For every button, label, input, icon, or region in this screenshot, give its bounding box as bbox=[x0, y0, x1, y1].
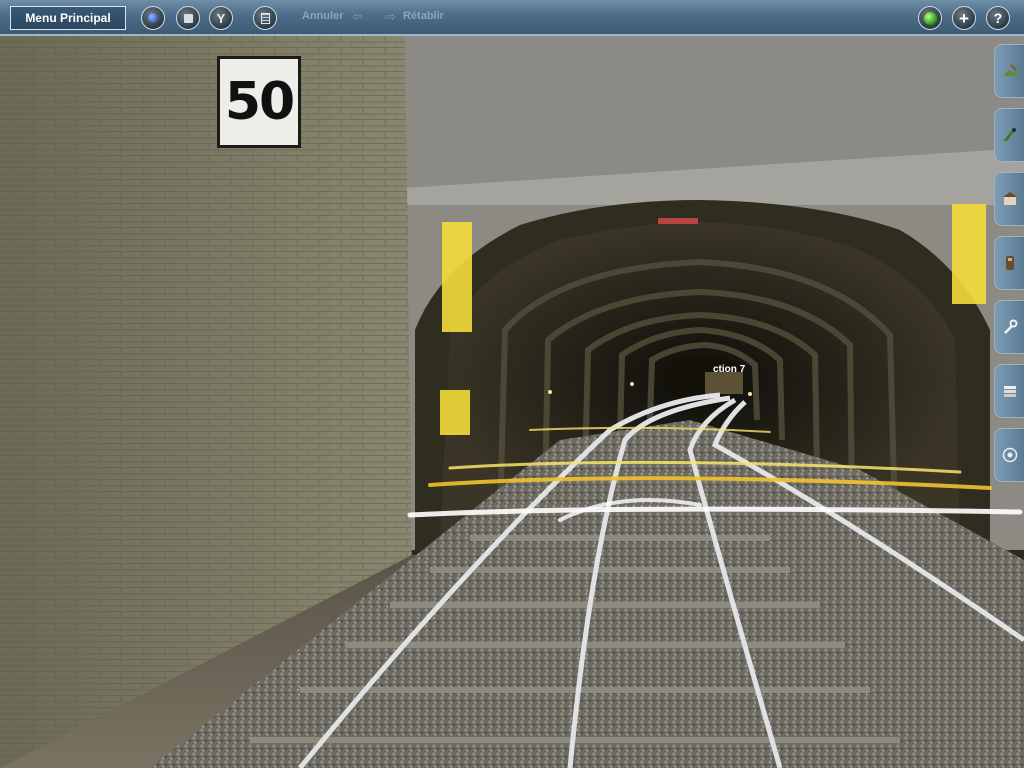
layers-icon bbox=[1003, 386, 1016, 397]
layers-tool-tab[interactable] bbox=[994, 364, 1024, 418]
building-icon bbox=[1002, 192, 1017, 205]
undo-arrow-icon: ⇦ bbox=[352, 9, 363, 24]
stop-icon bbox=[183, 13, 193, 23]
terrain-tool-tab[interactable] bbox=[994, 44, 1024, 98]
settings-tool-tab[interactable] bbox=[994, 300, 1024, 354]
speed-limit-sign: 50 bbox=[217, 56, 301, 148]
stop-button[interactable] bbox=[176, 6, 200, 30]
track-object-icon bbox=[1005, 256, 1014, 270]
signal-icon: Y bbox=[216, 10, 226, 26]
green-status-icon bbox=[923, 11, 937, 25]
compass-tool-tab[interactable] bbox=[994, 428, 1024, 482]
wrench-icon bbox=[1003, 319, 1017, 334]
add-button[interactable]: + bbox=[952, 6, 976, 30]
blue-orb-button[interactable] bbox=[141, 6, 165, 30]
objects-tool-tab[interactable] bbox=[994, 172, 1024, 226]
calculator-icon bbox=[260, 12, 270, 24]
plus-icon: + bbox=[959, 8, 969, 28]
railway-tunnel-scene bbox=[0, 36, 1024, 768]
blue-orb-icon bbox=[148, 13, 158, 23]
compass-icon bbox=[1002, 447, 1017, 463]
terrain-brush-icon bbox=[1002, 64, 1017, 76]
track-tool-tab[interactable] bbox=[994, 236, 1024, 290]
help-button[interactable]: ? bbox=[986, 6, 1010, 30]
status-button[interactable] bbox=[918, 6, 942, 30]
3d-viewport[interactable]: 50 ction 7 bbox=[0, 0, 1024, 768]
help-icon: ? bbox=[993, 10, 1003, 26]
paint-brush-icon bbox=[1003, 128, 1016, 142]
main-menu-button[interactable]: Menu Principal bbox=[10, 6, 126, 30]
top-toolbar: Menu Principal Y Annuler ⇦ ⇨ Rétablir + … bbox=[0, 0, 1024, 36]
redo-arrow-icon: ⇨ bbox=[385, 9, 396, 24]
section-marker-label: ction 7 bbox=[713, 364, 746, 375]
undo-button[interactable]: Annuler bbox=[302, 10, 344, 22]
paint-tool-tab[interactable] bbox=[994, 108, 1024, 162]
redo-button[interactable]: Rétablir bbox=[403, 10, 444, 22]
calculator-button[interactable] bbox=[253, 6, 277, 30]
signal-button[interactable]: Y bbox=[209, 6, 233, 30]
